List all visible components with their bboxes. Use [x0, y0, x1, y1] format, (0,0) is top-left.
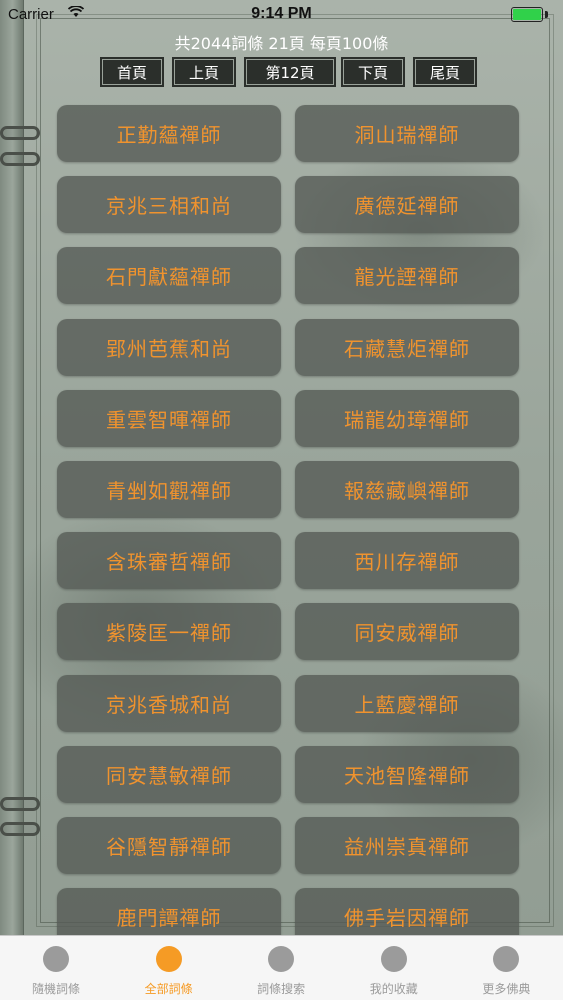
binding-ring-icon — [0, 126, 40, 140]
entry-button[interactable]: 谷隱智靜禪師 — [57, 817, 281, 874]
entry-button[interactable]: 洞山瑞禪師 — [295, 105, 519, 162]
circle-icon — [155, 946, 182, 972]
binding-ring-icon — [0, 822, 40, 836]
entry-button[interactable]: 石門獻蘊禪師 — [57, 247, 281, 304]
entry-count-summary: 共2044詞條 21頁 每頁100條 — [174, 34, 389, 53]
next-page-button[interactable]: 下頁 — [341, 57, 405, 87]
tab-0[interactable]: 隨機詞條 — [0, 936, 112, 1000]
tab-2[interactable]: 詞條搜索 — [225, 936, 337, 1000]
tab-4[interactable]: 更多佛典 — [450, 936, 562, 1000]
entry-button[interactable]: 青剉如觀禪師 — [57, 461, 281, 518]
entry-button[interactable]: 上藍慶禪師 — [295, 675, 519, 732]
current-page-button[interactable]: 第12頁 — [244, 57, 336, 87]
pagination-bar: 首頁 上頁 第12頁 下頁 尾頁 — [0, 57, 563, 87]
tab-label: 詞條搜索 — [257, 982, 306, 996]
tab-label: 我的收藏 — [369, 982, 418, 996]
entry-button[interactable]: 西川存禪師 — [295, 532, 519, 589]
clock: 9:14 PM — [251, 5, 312, 22]
circle-icon — [43, 946, 69, 972]
entry-button[interactable]: 石藏慧炬禪師 — [295, 319, 519, 376]
entry-button[interactable]: 廣德延禪師 — [295, 176, 519, 233]
last-page-button[interactable]: 尾頁 — [413, 57, 477, 87]
book-spine — [0, 0, 24, 935]
binding-ring-icon — [0, 152, 40, 166]
entry-button[interactable]: 郢州芭蕉和尚 — [57, 319, 281, 376]
circle-icon — [380, 946, 407, 972]
prev-page-button[interactable]: 上頁 — [172, 57, 236, 87]
circle-icon — [268, 946, 295, 972]
tab-label: 隨機詞條 — [31, 982, 80, 996]
entry-button[interactable]: 瑞龍幼璋禪師 — [295, 390, 519, 447]
entry-button[interactable]: 同安威禪師 — [295, 603, 519, 660]
entry-button[interactable]: 京兆香城和尚 — [57, 675, 281, 732]
entry-button[interactable]: 報慈藏嶼禪師 — [295, 461, 519, 518]
tab-1[interactable]: 全部詞條 — [113, 936, 225, 1000]
first-page-button[interactable]: 首頁 — [100, 57, 164, 87]
battery-tip — [545, 11, 548, 18]
entry-button[interactable]: 正勤蘊禪師 — [57, 105, 281, 162]
entry-button[interactable]: 天池智隆禪師 — [295, 746, 519, 803]
binding-ring-icon — [0, 797, 40, 811]
entry-button[interactable]: 京兆三相和尚 — [57, 176, 281, 233]
battery-icon — [511, 7, 543, 22]
entry-button[interactable]: 同安慧敏禪師 — [57, 746, 281, 803]
circle-icon — [493, 946, 520, 972]
entry-button[interactable]: 龍光諲禪師 — [295, 247, 519, 304]
tab-label: 全部詞條 — [144, 982, 193, 996]
entry-button[interactable]: 含珠審哲禪師 — [57, 532, 281, 589]
status-bar: Carrier 9:14 PM — [0, 0, 563, 28]
tab-label: 更多佛典 — [482, 982, 531, 996]
entry-button[interactable]: 紫陵匡一禪師 — [57, 603, 281, 660]
entry-button[interactable]: 重雲智暉禪師 — [57, 390, 281, 447]
tab-3[interactable]: 我的收藏 — [338, 936, 450, 1000]
entry-button[interactable]: 益州崇真禪師 — [295, 817, 519, 874]
tab-bar: 隨機詞條 全部詞條 詞條搜索 我的收藏 更多佛典 — [0, 935, 563, 1000]
